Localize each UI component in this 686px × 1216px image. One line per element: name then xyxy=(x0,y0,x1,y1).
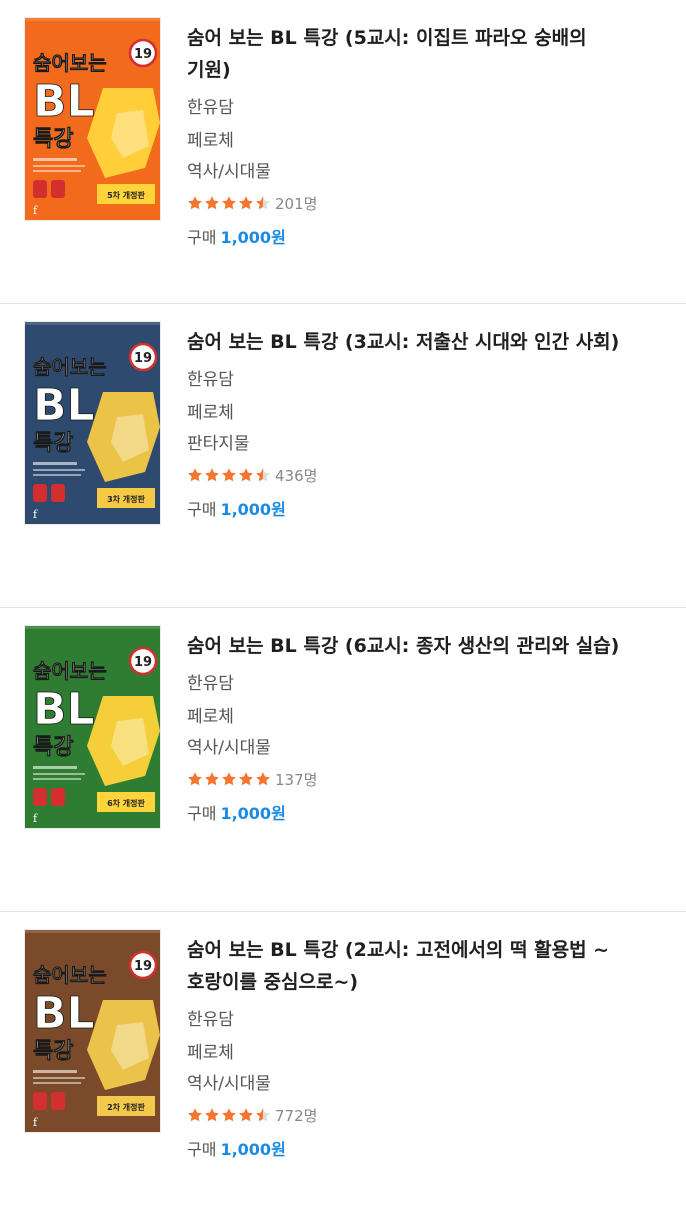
price-row[interactable]: 구매 1,000원 xyxy=(187,1139,627,1161)
svg-text:19: 19 xyxy=(134,351,152,366)
svg-text:2차 개정판: 2차 개정판 xyxy=(107,1102,145,1112)
book-title[interactable]: 숨어 보는 BL 특강 (6교시: 종자 생산의 관리와 실습) xyxy=(187,630,627,662)
star-full-icon xyxy=(187,1107,203,1123)
svg-text:5차 개정판: 5차 개정판 xyxy=(107,190,145,200)
svg-text:특강: 특강 xyxy=(33,127,73,152)
price-value: 1,000원 xyxy=(220,228,286,247)
star-full-icon xyxy=(221,467,237,483)
book-author[interactable]: 한유담 xyxy=(187,674,627,695)
svg-text:숨어보는: 숨어보는 xyxy=(33,355,107,379)
book-list: 19 숨어보는 BL 특강 5차 개정판 f 숨어 보는 BL 특강 (5교시: 이집트 … xyxy=(0,0,686,1216)
price-value: 1,000원 xyxy=(220,804,286,823)
star-full-icon xyxy=(204,195,220,211)
book-list-item[interactable]: 19 숨어보는 BL 특강 3차 개정판 f 숨어 보는 BL 특강 (3교시: 저출산 … xyxy=(0,304,686,608)
book-author[interactable]: 한유담 xyxy=(187,98,627,119)
svg-text:숨어보는: 숨어보는 xyxy=(33,659,107,683)
price-label: 구매 xyxy=(187,804,217,823)
price-label: 구매 xyxy=(187,228,217,247)
star-full-icon xyxy=(238,1107,254,1123)
svg-text:19: 19 xyxy=(134,655,152,670)
star-full-icon xyxy=(238,771,254,787)
price-value: 1,000원 xyxy=(220,500,286,519)
svg-text:19: 19 xyxy=(134,959,152,974)
svg-text:특강: 특강 xyxy=(33,431,73,456)
book-info: 숨어 보는 BL 특강 (3교시: 저출산 시대와 인간 사회) 한유담 페로체… xyxy=(187,326,627,521)
book-cover[interactable]: 19 숨어보는 BL 특강 2차 개정판 f xyxy=(25,930,160,1132)
book-author[interactable]: 한유담 xyxy=(187,370,627,391)
star-full-icon xyxy=(187,195,203,211)
book-cover[interactable]: 19 숨어보는 BL 특강 5차 개정판 f xyxy=(25,18,160,220)
book-publisher[interactable]: 페로체 xyxy=(187,131,627,152)
book-list-item[interactable]: 19 숨어보는 BL 특강 2차 개정판 f 숨어 보는 BL 특강 (2교시: 고전에서… xyxy=(0,912,686,1216)
book-genre: 역사/시대물 xyxy=(187,162,271,182)
rating-stars xyxy=(187,195,271,211)
rating-count: 772명 xyxy=(275,1106,318,1125)
rating-count: 436명 xyxy=(275,466,318,485)
star-full-icon xyxy=(187,771,203,787)
star-full-icon xyxy=(238,195,254,211)
book-publisher[interactable]: 페로체 xyxy=(187,403,627,424)
star-full-icon xyxy=(238,467,254,483)
star-half-icon xyxy=(255,1107,271,1123)
rating-row: 137명 xyxy=(187,769,627,789)
svg-text:숨어보는: 숨어보는 xyxy=(33,51,107,75)
rating-row: 436명 xyxy=(187,465,627,485)
svg-text:19: 19 xyxy=(134,47,152,62)
book-info: 숨어 보는 BL 특강 (2교시: 고전에서의 떡 활용법 ~호랑이를 중심으로… xyxy=(187,934,627,1161)
svg-text:BL: BL xyxy=(33,380,95,431)
book-publisher[interactable]: 페로체 xyxy=(187,707,627,728)
rating-row: 201명 xyxy=(187,193,627,213)
book-publisher[interactable]: 페로체 xyxy=(187,1043,627,1064)
star-full-icon xyxy=(204,467,220,483)
book-genre: 역사/시대물 xyxy=(187,1074,271,1094)
svg-text:3차 개정판: 3차 개정판 xyxy=(107,494,145,504)
svg-text:숨어보는: 숨어보는 xyxy=(33,963,107,987)
rating-count: 137명 xyxy=(275,770,318,789)
star-full-icon xyxy=(221,195,237,211)
book-cover[interactable]: 19 숨어보는 BL 특강 3차 개정판 f xyxy=(25,322,160,524)
book-cover[interactable]: 19 숨어보는 BL 특강 6차 개정판 f xyxy=(25,626,160,828)
star-half-icon xyxy=(255,467,271,483)
svg-text:BL: BL xyxy=(33,988,95,1039)
rating-row: 772명 xyxy=(187,1105,627,1125)
rating-stars xyxy=(187,467,271,483)
price-label: 구매 xyxy=(187,500,217,519)
star-full-icon xyxy=(221,771,237,787)
book-info: 숨어 보는 BL 특강 (5교시: 이집트 파라오 숭배의 기원) 한유담 페로… xyxy=(187,22,627,249)
svg-text:6차 개정판: 6차 개정판 xyxy=(107,798,145,808)
book-list-item[interactable]: 19 숨어보는 BL 특강 6차 개정판 f 숨어 보는 BL 특강 (6교시: 종자 생… xyxy=(0,608,686,912)
price-label: 구매 xyxy=(187,1140,217,1159)
price-row[interactable]: 구매 1,000원 xyxy=(187,499,627,521)
book-info: 숨어 보는 BL 특강 (6교시: 종자 생산의 관리와 실습) 한유담 페로체… xyxy=(187,630,627,825)
svg-text:특강: 특강 xyxy=(33,735,73,760)
rating-stars xyxy=(187,771,271,787)
book-title[interactable]: 숨어 보는 BL 특강 (2교시: 고전에서의 떡 활용법 ~호랑이를 중심으로… xyxy=(187,934,627,998)
book-list-item[interactable]: 19 숨어보는 BL 특강 5차 개정판 f 숨어 보는 BL 특강 (5교시: 이집트 … xyxy=(0,0,686,304)
rating-stars xyxy=(187,1107,271,1123)
star-full-icon xyxy=(187,467,203,483)
book-genre: 판타지물 xyxy=(187,434,250,454)
star-half-icon xyxy=(255,195,271,211)
star-full-icon xyxy=(221,1107,237,1123)
price-row[interactable]: 구매 1,000원 xyxy=(187,227,627,249)
star-full-icon xyxy=(255,771,271,787)
book-title[interactable]: 숨어 보는 BL 특강 (3교시: 저출산 시대와 인간 사회) xyxy=(187,326,627,358)
price-value: 1,000원 xyxy=(220,1140,286,1159)
star-full-icon xyxy=(204,1107,220,1123)
book-title[interactable]: 숨어 보는 BL 특강 (5교시: 이집트 파라오 숭배의 기원) xyxy=(187,22,627,86)
svg-text:BL: BL xyxy=(33,684,95,735)
book-genre: 역사/시대물 xyxy=(187,738,271,758)
book-author[interactable]: 한유담 xyxy=(187,1010,627,1031)
price-row[interactable]: 구매 1,000원 xyxy=(187,803,627,825)
star-full-icon xyxy=(204,771,220,787)
svg-text:BL: BL xyxy=(33,76,95,127)
svg-text:특강: 특강 xyxy=(33,1039,73,1064)
rating-count: 201명 xyxy=(275,194,318,213)
